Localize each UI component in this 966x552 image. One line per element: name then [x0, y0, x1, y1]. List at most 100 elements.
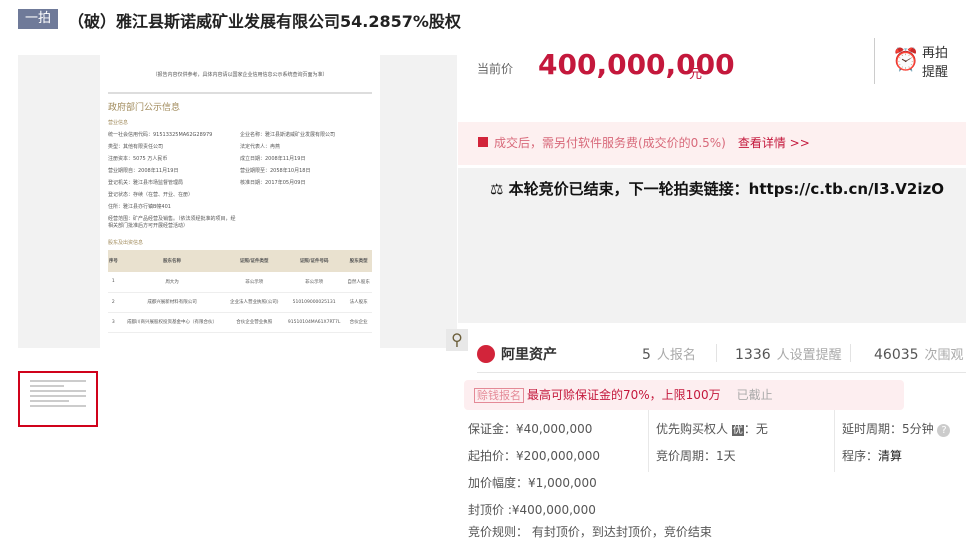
- stat-label: 人设置提醒: [776, 348, 842, 363]
- bid-increment: 加价幅度：¥1,000,000: [468, 476, 597, 490]
- shareholder-table: 序号 股东名称 证照/证件类型 证照/证件号码 股东类型 1 周大为 非公示项 非公示项 自然人股…: [108, 250, 372, 333]
- divider: [477, 372, 966, 373]
- doc-row: 营业期限自：2008年11月19日 营业期限至：2058年10月18日: [108, 167, 372, 174]
- table-cell: 合伙企业: [345, 312, 372, 333]
- doc-field: 成立日期：2008年11月19日: [240, 156, 306, 162]
- remind-label: 提醒: [922, 65, 949, 80]
- table-row: 3 成都川商兴展股权投资基金中心（有限合伙） 合伙企业营业执照 91510104MA6…: [108, 312, 372, 333]
- table-cell: 企业法人营业执照(公司): [225, 292, 284, 313]
- doc-field: [240, 203, 372, 210]
- fee-details-link[interactable]: 查看详情 >>: [738, 136, 810, 150]
- doc-section: 股东及出资信息: [108, 240, 144, 246]
- table-cell: 成都兴展新材料有限公司: [118, 292, 226, 313]
- table-cell: 周大为: [118, 272, 226, 293]
- logo-icon: [477, 345, 495, 363]
- stat-views: 46035 次围观: [874, 344, 964, 363]
- table-cell: 3: [108, 312, 119, 333]
- table-cell: 自然人股东: [345, 272, 372, 293]
- stat-label: 次围观: [924, 348, 964, 363]
- stat-num: 46035: [874, 347, 919, 363]
- doc-field: 营业期限自：2008年11月19日: [108, 168, 179, 174]
- doc-row: 注册资本：5075 万人民币 成立日期：2008年11月19日: [108, 155, 372, 162]
- fee-text: 成交后，需另付软件服务费(成交价的0.5%): [494, 136, 726, 150]
- doc-field: 企业名称：雅江县斯诺威矿业发展有限公司: [240, 132, 336, 138]
- table-row: 2 成都兴展新材料有限公司 企业法人营业执照(公司) 510109000025131 法…: [108, 292, 372, 313]
- doc-field: [240, 191, 372, 198]
- doc-row: 登记状态：存续（在营、开业、在册）: [108, 191, 372, 198]
- gavel-icon: ⚖: [490, 180, 509, 198]
- divider: [850, 344, 851, 362]
- doc-field: 营业期限至：2058年10月18日: [240, 168, 311, 174]
- priority-badge: 优: [731, 425, 744, 436]
- delay-text: 延时周期：5分钟: [842, 422, 934, 436]
- doc-field: 经营范围：矿产品经营及销售。（依法须经批准的项目，经相关部门批准后方可开展经营活…: [108, 216, 236, 229]
- promo-badge: 赊钱报名: [474, 388, 524, 403]
- thumbnail-selected[interactable]: [18, 371, 98, 427]
- deposit: 保证金：¥40,000,000: [468, 422, 593, 436]
- table-cell: 合伙企业营业执照: [225, 312, 284, 333]
- table-header: 证照/证件号码: [283, 250, 346, 272]
- stat-label: 人报名: [656, 348, 696, 363]
- main-image-document[interactable]: （报告内容仅供参考，具体内容请以国家企业信用信息公示系统查询页面为准） 政府部门…: [100, 55, 380, 348]
- priority-buyer: 优先购买权人 优：无: [656, 420, 768, 437]
- priority-value: ：无: [743, 422, 768, 436]
- priority-label: 优先购买权人: [656, 422, 729, 436]
- promo-status: 已截止: [736, 388, 773, 402]
- doc-field: 登记机关：雅江县市场监督管理局: [108, 180, 184, 186]
- divider: [716, 344, 717, 362]
- procedure-value: 清算: [878, 449, 903, 463]
- table-header: 序号: [108, 250, 119, 272]
- alarm-clock-icon[interactable]: ⏰: [892, 48, 919, 73]
- auction-type-tag: 一拍: [18, 9, 58, 29]
- remind-button[interactable]: 再拍 提醒: [922, 44, 948, 82]
- remind-label: 再拍: [922, 46, 949, 61]
- doc-note: （报告内容仅供参考，具体内容请以国家企业信用信息公示系统查询页面为准）: [152, 72, 328, 78]
- doc-field: [240, 215, 372, 229]
- table-cell: 非公示项: [225, 272, 284, 293]
- cap-price: 封顶价 :¥400,000,000: [468, 503, 596, 517]
- doc-field: 登记状态：存续（在营、开业、在册）: [108, 192, 194, 198]
- ended-text[interactable]: 本轮竞价已结束，下一轮拍卖链接：https://c.tb.cn/I3.V2izO: [509, 180, 944, 198]
- service-fee-notice: 成交后，需另付软件服务费(成交价的0.5%) 查看详情 >>: [458, 122, 966, 165]
- table-cell: 510109000025131: [283, 292, 346, 313]
- stat-num: 1336: [735, 347, 771, 363]
- fee-icon: [478, 137, 488, 147]
- table-cell: 法人股东: [345, 292, 372, 313]
- table-cell: 1: [108, 272, 119, 293]
- doc-field: 住所：雅江县亦行镇B幢401: [108, 204, 171, 210]
- magnifier-icon[interactable]: ⚲: [446, 329, 468, 351]
- starting-price: 起拍价：¥200,000,000: [468, 449, 600, 463]
- doc-heading: 政府部门公示信息: [108, 92, 372, 113]
- doc-row: 类型：其他有限责任公司 法定代表人：冉燕: [108, 143, 372, 150]
- price-unit: 元: [689, 67, 703, 82]
- divider: [648, 410, 649, 472]
- doc-field: 注册资本：5075 万人民币: [108, 156, 168, 162]
- doc-field: 法定代表人：冉燕: [240, 144, 281, 150]
- bid-rule: 竞价规则： 有封顶价，到达封顶价，竞价结束: [468, 525, 712, 539]
- current-price: 400,000,000: [538, 48, 735, 81]
- doc-field: 类型：其他有限责任公司: [108, 144, 164, 150]
- table-cell: 成都川商兴展股权投资基金中心（有限合伙）: [118, 312, 226, 333]
- divider: [834, 410, 835, 472]
- table-cell: 非公示项: [283, 272, 346, 293]
- table-row: 1 周大为 非公示项 非公示项 自然人股东: [108, 272, 372, 293]
- table-header: 股东名称: [118, 250, 226, 272]
- doc-section: 营业信息: [108, 120, 129, 126]
- bid-cycle: 竞价周期：1天: [656, 449, 736, 463]
- table-header: 股东类型: [345, 250, 372, 272]
- stat-num: 5: [642, 347, 651, 363]
- image-gallery: （报告内容仅供参考，具体内容请以国家企业信用信息公示系统查询页面为准） 政府部门…: [18, 55, 468, 351]
- divider: [874, 38, 875, 84]
- help-icon[interactable]: ?: [937, 424, 951, 437]
- stat-reminders: 1336 人设置提醒: [735, 344, 842, 363]
- platform-logo: 阿里资产: [477, 344, 557, 364]
- doc-row: 住所：雅江县亦行镇B幢401: [108, 203, 372, 210]
- table-header: 证照/证件类型: [225, 250, 284, 272]
- stat-signups: 5 人报名: [642, 344, 696, 363]
- procedure-label: 程序：: [842, 449, 879, 463]
- doc-row: 统一社会信用代码：91513325MA62G28979 企业名称：雅江县斯诺威矿业…: [108, 131, 372, 138]
- delay-period: 延时周期：5分钟 ?: [842, 420, 951, 437]
- doc-row: 经营范围：矿产品经营及销售。（依法须经批准的项目，经相关部门批准后方可开展经营活…: [108, 215, 372, 229]
- platform-name: 阿里资产: [501, 347, 557, 363]
- table-cell: 91510104MA61X7RT7L: [283, 312, 346, 333]
